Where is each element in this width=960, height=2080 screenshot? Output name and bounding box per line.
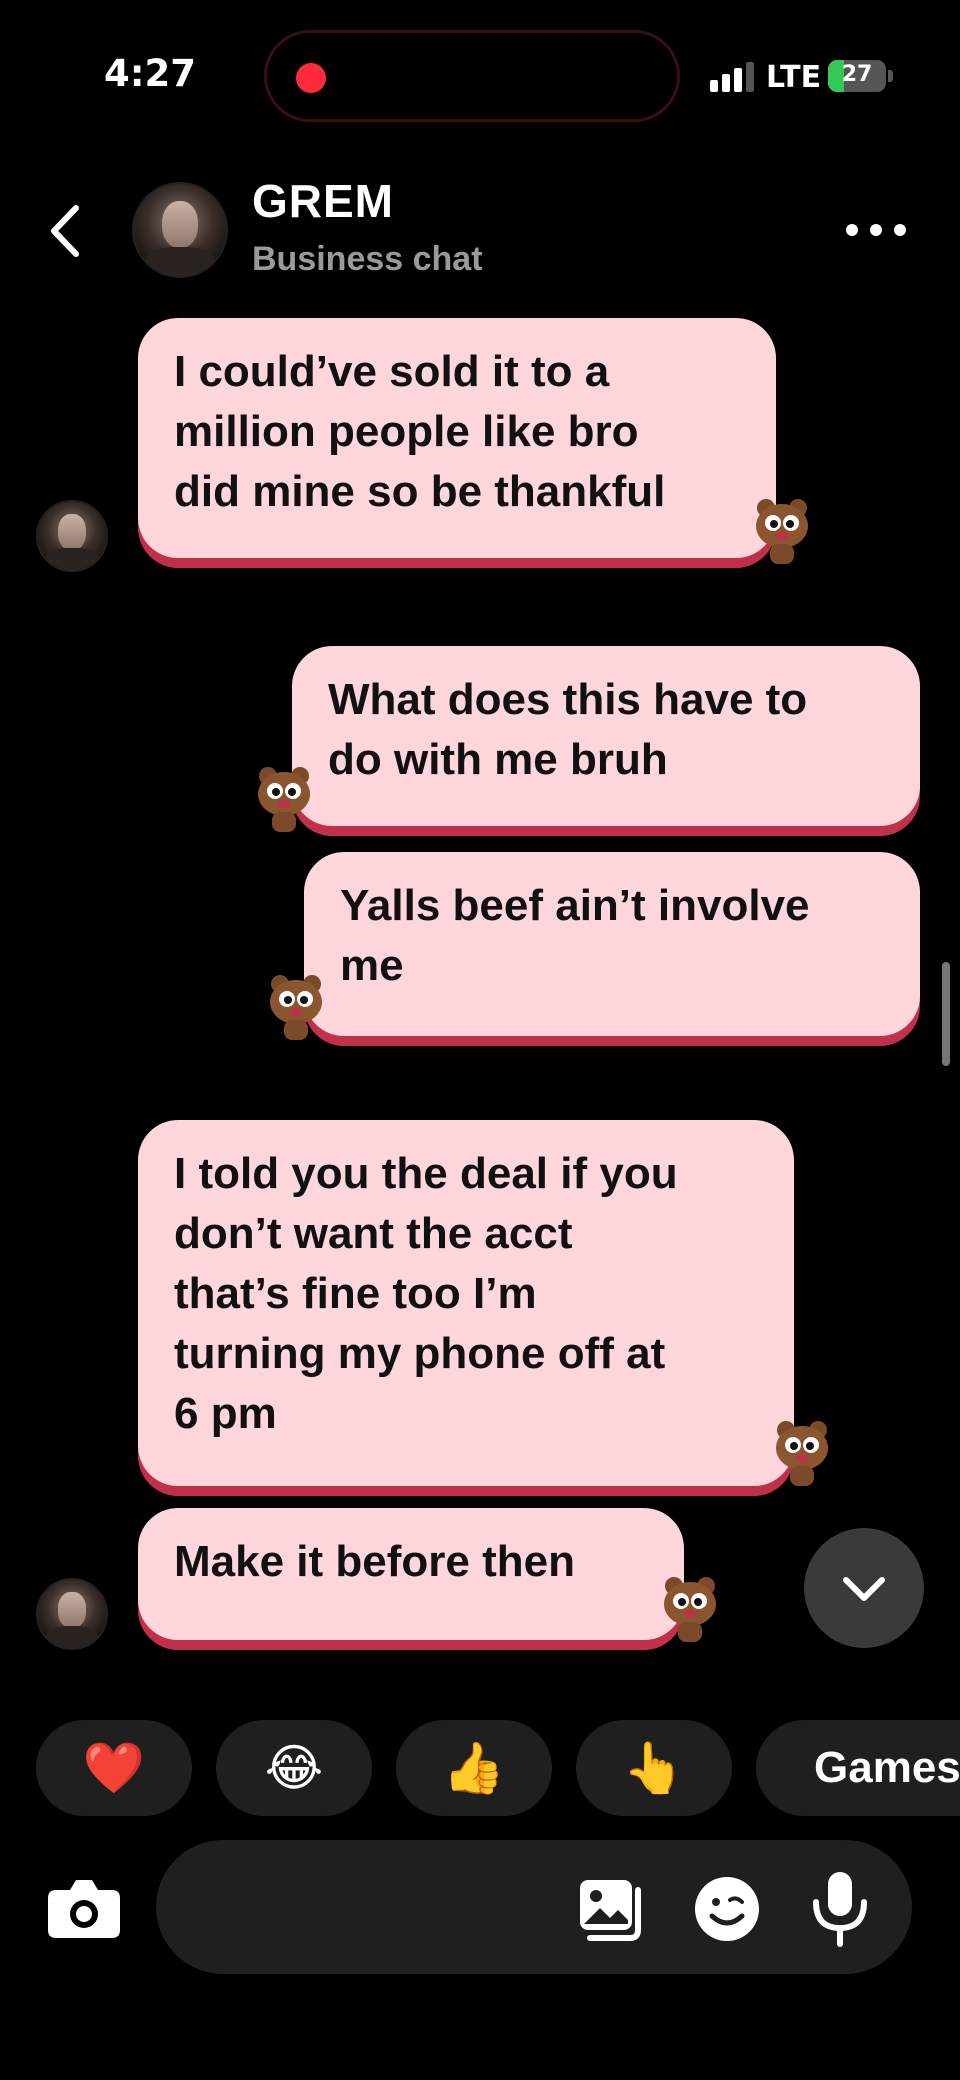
- laughing-face-icon: 😂: [264, 1740, 324, 1796]
- message-input[interactable]: [196, 1878, 580, 1938]
- battery-icon: 27: [828, 60, 886, 92]
- thumbs-up-icon: 👍: [442, 1740, 506, 1796]
- bear-sticker-icon: [258, 767, 310, 832]
- chevron-down-icon: [843, 1577, 885, 1601]
- chevron-left-icon: [51, 205, 79, 257]
- bear-sticker-icon: [756, 499, 808, 564]
- more-options-button[interactable]: [844, 210, 908, 250]
- message-bubble-received[interactable]: I told you the deal if you don’t want th…: [138, 1120, 794, 1486]
- sender-avatar[interactable]: [36, 500, 108, 572]
- message-composer[interactable]: [156, 1840, 912, 1974]
- sticker-icon: [695, 1877, 759, 1941]
- pointing-hand-icon: 👆: [622, 1740, 686, 1796]
- message-bubble-received[interactable]: I could’ve sold it to a million people l…: [138, 318, 776, 558]
- bear-sticker-icon: [664, 1577, 716, 1642]
- microphone-icon: [813, 1872, 867, 1947]
- bear-sticker-icon: [776, 1421, 828, 1486]
- sticker-button[interactable]: [692, 1874, 762, 1944]
- message-text: Make it before then: [174, 1537, 575, 1586]
- message-text: Yalls beef ain’t involve me: [340, 881, 810, 990]
- scroll-indicator[interactable]: [942, 962, 950, 1066]
- dynamic-island: [264, 30, 680, 122]
- camera-icon: [48, 1880, 120, 1938]
- battery-percent: 27: [841, 62, 873, 87]
- contact-name[interactable]: GREM: [252, 174, 394, 228]
- message-text: I could’ve sold it to a million people l…: [174, 347, 666, 516]
- gallery-button[interactable]: [576, 1876, 648, 1942]
- camera-button[interactable]: [44, 1872, 124, 1942]
- scroll-to-bottom-button[interactable]: [804, 1528, 924, 1648]
- bear-sticker-icon: [270, 975, 322, 1040]
- sender-avatar[interactable]: [36, 1578, 108, 1650]
- message-text: What does this have to do with me bruh: [328, 675, 808, 784]
- recording-indicator-icon: [296, 63, 326, 93]
- chat-type-label: Business chat: [252, 240, 483, 278]
- status-time: 4:27: [104, 52, 197, 95]
- heart-icon: ❤️: [82, 1740, 146, 1796]
- message-text: I told you the deal if you don’t want th…: [174, 1149, 678, 1438]
- signal-strength-icon: [710, 62, 754, 92]
- contact-avatar[interactable]: [132, 182, 228, 278]
- games-label: Games: [814, 1743, 960, 1792]
- network-type: LTE: [766, 60, 822, 95]
- message-bubble-received[interactable]: Make it before then: [138, 1508, 684, 1640]
- battery-cap: [888, 70, 893, 82]
- gallery-icon: [580, 1880, 641, 1941]
- quick-reaction-laughing[interactable]: 😂: [216, 1720, 372, 1816]
- quick-reaction-heart[interactable]: ❤️: [36, 1720, 192, 1816]
- message-bubble-sent[interactable]: What does this have to do with me bruh: [292, 646, 920, 826]
- quick-reaction-thumbs-up[interactable]: 👍: [396, 1720, 552, 1816]
- message-bubble-sent[interactable]: Yalls beef ain’t involve me: [304, 852, 920, 1036]
- back-button[interactable]: [40, 196, 90, 266]
- games-button[interactable]: Games: [756, 1720, 960, 1816]
- quick-reaction-pointing[interactable]: 👆: [576, 1720, 732, 1816]
- microphone-button[interactable]: [808, 1868, 872, 1948]
